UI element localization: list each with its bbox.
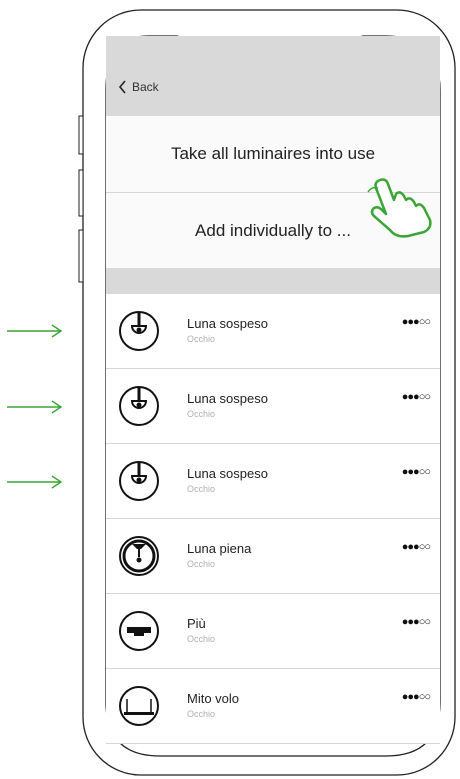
take-all-label: Take all luminaires into use <box>170 144 376 163</box>
luminaire-brand: Occhio <box>187 559 216 569</box>
luminaire-name: Mito volo <box>187 691 240 706</box>
luminaire-name: Luna sospeso <box>187 466 268 481</box>
piu-icon <box>119 611 159 651</box>
arrow-right-icon <box>7 400 63 414</box>
list-item[interactable]: Più Occhio ●●●○○ <box>106 594 440 669</box>
tap-hand-icon <box>367 178 432 238</box>
luminaire-name: Luna sospeso <box>187 316 268 331</box>
list-item[interactable]: Luna piena Occhio ●●●○○ <box>106 519 440 594</box>
back-label: Back <box>132 80 159 94</box>
luminaire-name: Più <box>187 616 206 631</box>
luminaire-name: Luna piena <box>187 541 252 556</box>
arrow-right-icon <box>7 475 63 489</box>
luminaire-brand: Occhio <box>187 334 216 344</box>
phone-screen: Back Take all luminaires into use Add in… <box>106 36 440 756</box>
chevron-left-icon <box>118 80 126 94</box>
section-separator <box>106 268 440 294</box>
luna-piena-icon <box>119 536 159 576</box>
list-item[interactable]: Mito volo Occhio ●●●○○ <box>106 669 440 744</box>
signal-strength: ●●●○○ <box>401 466 431 478</box>
luminaire-brand: Occhio <box>187 634 216 644</box>
signal-strength: ●●●○○ <box>401 391 431 403</box>
luminaire-brand: Occhio <box>187 409 216 419</box>
luna-sospeso-icon <box>119 311 159 351</box>
back-button[interactable]: Back <box>118 80 159 94</box>
signal-strength: ●●●○○ <box>401 316 431 328</box>
signal-strength: ●●●○○ <box>401 616 431 628</box>
list-item[interactable]: Luna sospeso Occhio ●●●○○ <box>106 294 440 369</box>
arrow-right-icon <box>7 324 63 338</box>
nav-bar: Back <box>106 36 440 116</box>
luminaire-brand: Occhio <box>187 709 216 719</box>
list-item[interactable]: Luna sospeso Occhio ●●●○○ <box>106 444 440 519</box>
luna-sospeso-icon <box>119 461 159 501</box>
luminaire-list: Luna sospeso Occhio ●●●○○ Luna sospeso O… <box>106 294 440 744</box>
mito-volo-icon <box>119 686 159 726</box>
list-item[interactable]: Luna sospeso Occhio ●●●○○ <box>106 369 440 444</box>
luminaire-brand: Occhio <box>187 484 216 494</box>
luminaire-name: Luna sospeso <box>187 391 268 406</box>
signal-strength: ●●●○○ <box>401 691 431 703</box>
luna-sospeso-icon <box>119 386 159 426</box>
add-individually-label: Add individually to ... <box>195 221 351 240</box>
signal-strength: ●●●○○ <box>401 541 431 553</box>
